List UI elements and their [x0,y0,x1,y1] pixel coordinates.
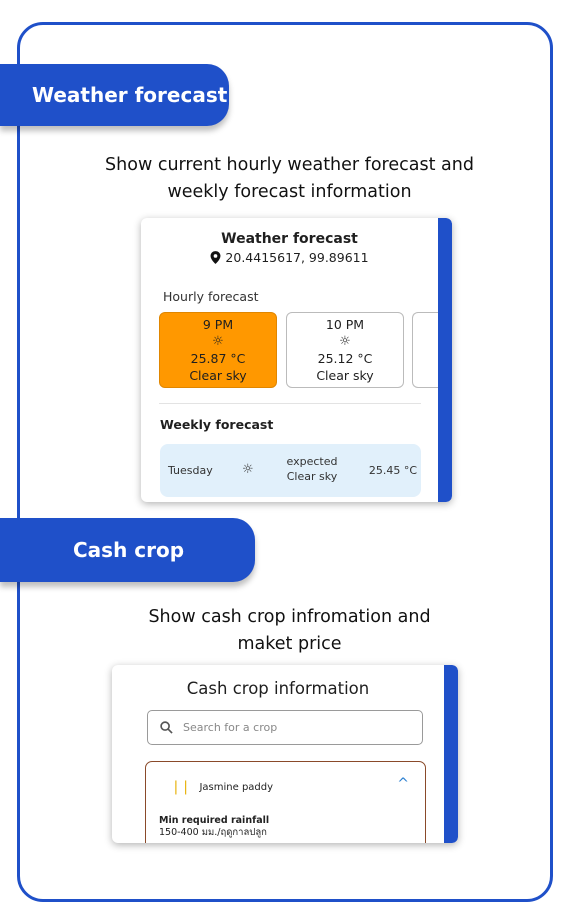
cash-crop-screen-preview: Cash crop information Search for a crop … [112,665,458,843]
sun-icon: ☼ [242,462,254,477]
location-coordinates: 20.4415617, 99.89611 [225,250,369,265]
week-temp: 25.45 °C [368,464,417,477]
weather-desc-line2: weekly forecast information [167,182,412,202]
chevron-up-icon[interactable]: ^ [397,776,409,792]
hour-time: 9 PM [202,317,234,332]
weekly-forecast-row[interactable]: Tuesday ☼ expected Clear sky 25.45 °C [160,444,421,497]
crop-search-input[interactable]: Search for a crop [147,710,423,745]
cash-crop-section-tab: Cash crop [0,518,255,582]
hour-temp: 25.87 °C [190,351,246,366]
detail-label: Min required rainfall [159,815,270,826]
location-row: 20.4415617, 99.89611 [141,250,438,265]
hour-time: 10 PM [325,317,365,332]
cash-crop-screen-title: Cash crop information [186,679,370,698]
sun-icon: ☼ [339,334,351,349]
sun-icon: ☼ [212,334,224,349]
weather-screen-preview: Weather forecast 20.4415617, 99.89611 Ho… [141,218,452,502]
divider [159,403,421,404]
week-condition: Clear sky [286,470,338,483]
crop-accordion[interactable]: ❘❘ Jasmine paddy ^ Min required rainfall… [145,761,426,843]
hourly-card-9pm[interactable]: 9 PM ☼ 25.87 °C Clear sky [159,312,277,388]
week-day: Tuesday [168,464,213,477]
weather-section-title: Weather forecast [32,83,228,107]
card-accent-edge [444,665,458,843]
weather-desc-line1: Show current hourly weather forecast and [105,155,474,175]
crop-detail: Min required rainfall 150-400 มม./ฤดูกาล… [159,815,269,839]
hourly-card-10pm[interactable]: 10 PM ☼ 25.12 °C Clear sky [286,312,404,388]
location-pin-icon [210,251,221,264]
cash-crop-description: Show cash crop infromation and maket pri… [0,604,579,658]
weather-description: Show current hourly weather forecast and… [0,152,579,206]
weather-screen-title: Weather forecast [221,231,358,247]
search-placeholder: Search for a crop [183,721,278,734]
cash-crop-section-title: Cash crop [73,538,185,562]
crop-header: ❘❘ Jasmine paddy [170,779,273,795]
search-icon [160,721,173,734]
crop-name: Jasmine paddy [199,781,274,793]
rice-grain-icon: ❘❘ [170,779,192,795]
cash-desc-line1: Show cash crop infromation and [148,607,431,627]
weather-section-tab: Weather forecast [0,64,229,126]
detail-value: 150-400 มม./ฤดูกาลปลูก [159,827,267,838]
hour-temp: 25.12 °C [317,351,373,366]
hour-condition: Clear sky [189,368,247,383]
card-accent-edge [438,218,452,502]
hourly-forecast-label: Hourly forecast [163,289,259,304]
week-expected: expected Clear sky [272,454,352,484]
weekly-forecast-label: Weekly forecast [160,417,274,432]
week-expected-label: expected [286,455,338,468]
cash-desc-line2: maket price [237,634,342,654]
hour-condition: Clear sky [316,368,374,383]
